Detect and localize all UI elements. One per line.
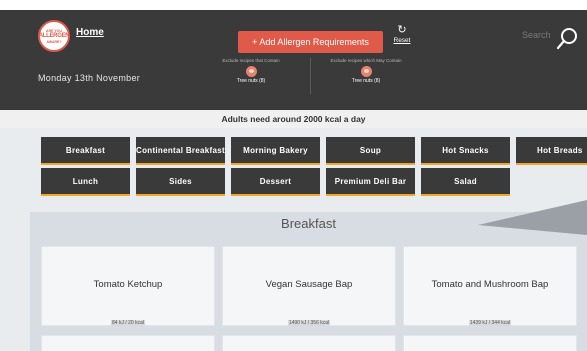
home-link[interactable]: Home (76, 27, 104, 38)
recipe-energy-value: 1439 kJ / 344 kcal (468, 320, 512, 326)
category-premium-deli-bar[interactable]: Premium Deli Bar (326, 168, 415, 196)
category-morning-bakery[interactable]: Morning Bakery (231, 137, 320, 165)
category-continental-breakfast[interactable]: Continental Breakfast (136, 137, 225, 165)
recipe-energy-value: 84 kJ / 20 kcal (111, 320, 145, 326)
category-lunch[interactable]: Lunch (41, 168, 130, 196)
category-salad[interactable]: Salad (421, 168, 510, 196)
current-date: Monday 13th November (38, 73, 141, 83)
kcal-notice: Adults need around 2000 kcal a day (0, 110, 587, 128)
exclude-contains-caption: Exclude recipes that Contain (222, 58, 280, 63)
add-allergen-requirements-button[interactable]: + Add Allergen Requirements (238, 31, 383, 53)
reset-button[interactable]: ↻ Reset (389, 24, 415, 44)
search-input[interactable]: Search (522, 30, 551, 40)
section-title: Breakfast (281, 216, 336, 231)
exclude-may-contain-filter[interactable]: Exclude recipes which May Contain Tree n… (311, 58, 421, 84)
tree-nut-icon (360, 66, 372, 77)
recipe-name: Tomato Ketchup (93, 279, 163, 290)
exclude-may-contain-item: Tree nuts (8) (351, 78, 381, 84)
category-hot-snacks[interactable]: Hot Snacks (421, 137, 510, 165)
category-soup[interactable]: Soup (326, 137, 415, 165)
recipe-energy: 1439 kJ / 344 kcal (404, 320, 576, 326)
recipe-card[interactable]: Vegan Sausage Bap 1490 kJ / 356 kcal (222, 246, 396, 326)
exclude-may-contain-caption: Exclude recipes which May Contain (330, 58, 402, 63)
recipe-name: Vegan Sausage Bap (265, 279, 353, 290)
category-dessert[interactable]: Dessert (231, 168, 320, 196)
recipe-energy: 1490 kJ / 356 kcal (223, 320, 395, 326)
refresh-icon: ↻ (397, 24, 407, 36)
exclude-contains-filter[interactable]: Exclude recipes that Contain Tree nuts (… (196, 58, 306, 84)
recipe-energy: 84 kJ / 20 kcal (42, 320, 214, 326)
recipe-card[interactable] (41, 335, 215, 351)
tree-nut-icon (245, 66, 257, 77)
exclude-contains-item: Tree nuts (8) (236, 78, 266, 84)
category-hot-breads[interactable]: Hot Breads (516, 137, 587, 165)
recipe-card[interactable]: Tomato and Mushroom Bap 1439 kJ / 344 kc… (403, 246, 577, 326)
category-breakfast[interactable]: Breakfast (41, 137, 130, 165)
recipe-card[interactable]: Tomato Ketchup 84 kJ / 20 kcal (41, 246, 215, 326)
category-sides[interactable]: Sides (136, 168, 225, 196)
recipe-energy-value: 1490 kJ / 356 kcal (287, 320, 331, 326)
top-strip (0, 0, 587, 10)
recipe-card[interactable] (222, 335, 396, 351)
reset-label: Reset (393, 37, 411, 44)
allergen-aware-logo[interactable]: ARE YOU ALLERGEN AWARE? (38, 20, 70, 52)
search-icon[interactable] (553, 25, 581, 51)
recipe-card[interactable] (403, 335, 577, 351)
logo-text-2: ALLERGEN (38, 32, 70, 39)
logo-text-3: AWARE? (46, 39, 62, 44)
recipe-name: Tomato and Mushroom Bap (431, 279, 549, 290)
